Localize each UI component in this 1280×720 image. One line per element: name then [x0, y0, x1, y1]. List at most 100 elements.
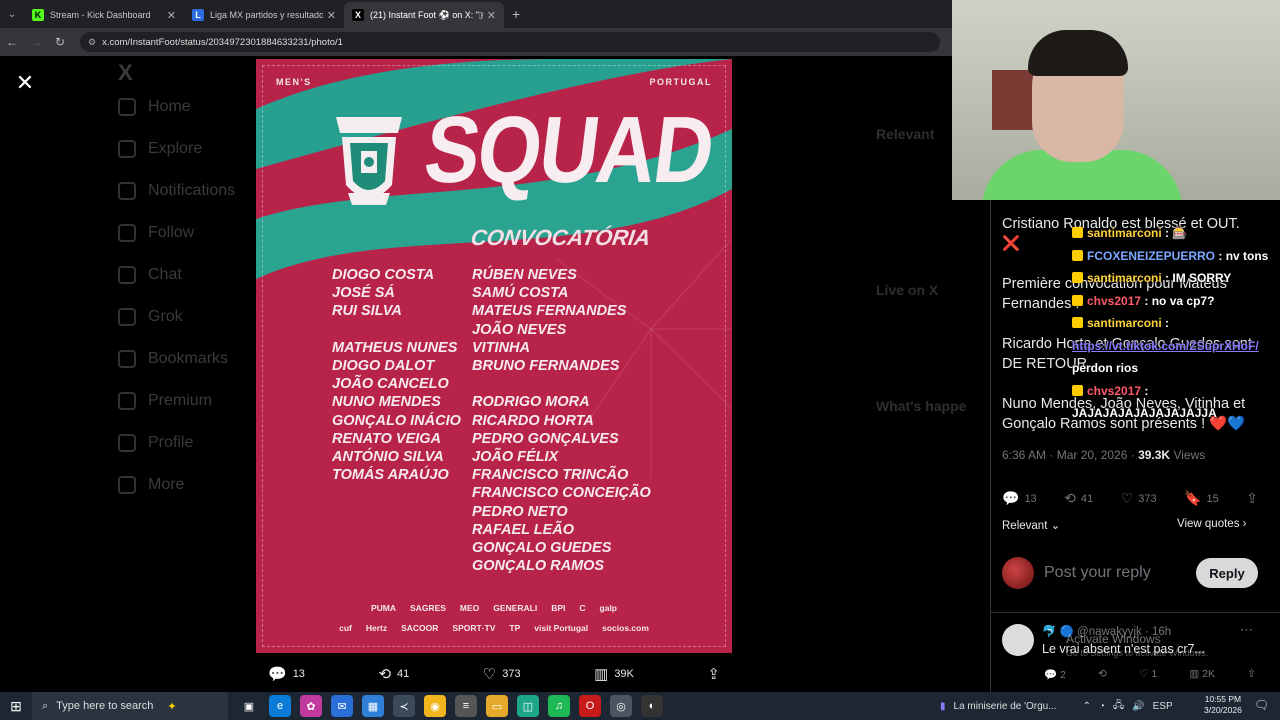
spotify-icon[interactable]: ♫: [548, 695, 570, 717]
sponsor-logo: MEO: [459, 603, 480, 613]
copilot-icon[interactable]: ✿: [300, 695, 322, 717]
views-count: 39K: [614, 668, 634, 680]
heart-icon: ♡: [1120, 490, 1134, 506]
repost-action[interactable]: ⟲ 41: [378, 665, 409, 683]
chat-username[interactable]: santimarconi: [1087, 226, 1162, 240]
chat-text: no va cp7?: [1151, 293, 1215, 308]
squad-announcement-image: MEN'S PORTUGAL SQUAD CONVOCATÓRIA DIOGO …: [256, 59, 732, 653]
roster-player-name: GONÇALO GUEDES: [472, 540, 612, 557]
taskbar-clock[interactable]: 10:55 PM 3/20/2026: [1204, 694, 1242, 716]
store-icon[interactable]: ▦: [362, 695, 384, 717]
reply-stat[interactable]: 💬 2: [1044, 668, 1066, 681]
reply-input[interactable]: Post your reply: [1044, 564, 1196, 582]
tray-apps-icon[interactable]: ◔: [1099, 701, 1105, 712]
obs-icon[interactable]: ◐: [641, 695, 663, 717]
edge-icon[interactable]: e: [269, 695, 291, 717]
file-explorer-icon[interactable]: ▭: [486, 695, 508, 717]
bookmark-stat[interactable]: 🔖 15: [1184, 490, 1219, 507]
tab-kick-dashboard[interactable]: K Stream - Kick Dashboard ✕: [24, 2, 184, 28]
chat-message: perdon rios: [1072, 357, 1278, 380]
share-icon: ⇪: [707, 666, 720, 683]
like-stat[interactable]: ♡ 373: [1121, 490, 1157, 507]
search-icon: ⌕: [42, 699, 49, 712]
more-dots-icon[interactable]: ⋯: [1240, 622, 1253, 638]
roster-player-name: JOSÉ SÁ: [332, 285, 395, 302]
like-count: 373: [502, 668, 521, 680]
notification-icon[interactable]: 🗨: [1254, 698, 1269, 712]
now-playing-label[interactable]: La miniserie de 'Orgu...: [954, 701, 1057, 712]
roster-player-name: NUNO MENDES: [332, 394, 441, 411]
roster-player-name: RODRIGO MORA: [472, 394, 590, 411]
chat-separator: :: [1141, 383, 1149, 398]
repost-stat[interactable]: ⟲ 41: [1064, 490, 1093, 507]
task-view-icon[interactable]: ▣: [238, 695, 260, 717]
back-arrow-icon[interactable]: ←: [0, 35, 24, 49]
chat-username[interactable]: chvs2017: [1087, 294, 1141, 308]
stat-count: 1: [1151, 668, 1158, 680]
share-stat[interactable]: ⇪: [1246, 490, 1258, 507]
language-indicator[interactable]: ESP: [1153, 701, 1173, 712]
sponsor-logo: SAGRES: [410, 603, 446, 613]
views-action[interactable]: ▥ 39K: [594, 665, 634, 683]
close-photo-button[interactable]: ✕: [12, 70, 38, 96]
views-stat[interactable]: ▥ 2K: [1189, 668, 1215, 681]
chat-username[interactable]: santimarconi: [1087, 271, 1162, 285]
reply-sort-dropdown[interactable]: Relevant ⌄: [1002, 518, 1060, 532]
bg-nav-more: More: [118, 464, 278, 506]
bg-nav-label: Chat: [148, 266, 182, 283]
outlook-icon[interactable]: ✉: [331, 695, 353, 717]
bg-nav-label: Explore: [148, 140, 203, 157]
sponsor-logo: SPORT·TV: [452, 623, 496, 633]
chat-username[interactable]: FCOXENEIZEPUERRO: [1087, 249, 1215, 263]
divider: [990, 612, 1280, 613]
chat-text[interactable]: https://vt.tiktok.com/ZSuprXHoF/: [1072, 339, 1259, 353]
repost-icon: ⟲: [1064, 490, 1076, 506]
bg-nav-home: Home: [118, 86, 278, 128]
chat-username[interactable]: chvs2017: [1087, 384, 1141, 398]
forward-arrow-icon[interactable]: →: [24, 35, 48, 49]
like-stat[interactable]: ♡ 1: [1139, 668, 1157, 681]
vscode-icon[interactable]: ≺: [393, 695, 415, 717]
like-action[interactable]: ♡ 373: [483, 665, 521, 683]
site-info-icon[interactable]: ⚙: [88, 37, 96, 48]
windows-start-icon[interactable]: ⊞: [0, 698, 32, 715]
close-icon[interactable]: ✕: [167, 9, 176, 22]
roster-player-name: BRUNO FERNANDES: [472, 358, 620, 375]
chat-message: chvs2017 : no va cp7?: [1072, 290, 1278, 313]
tab-liga-mx[interactable]: L Liga MX partidos y resultados 2 ✕: [184, 2, 344, 28]
bg-nav-label: Notifications: [148, 182, 236, 199]
chevron-up-icon[interactable]: ⌃: [1083, 701, 1091, 712]
opera-icon[interactable]: O: [579, 695, 601, 717]
new-tab-plus-icon[interactable]: +: [512, 6, 520, 22]
share-icon[interactable]: ⇪: [1247, 668, 1256, 681]
tweet-timestamp[interactable]: 6:36 AM · Mar 20, 2026 ·: [1002, 448, 1138, 462]
reply-action[interactable]: 💬 13: [268, 665, 305, 683]
roster-column-left: DIOGO COSTA JOSÉ SÁ RUI SILVA MATHEUS NUNES…: [332, 266, 461, 484]
reload-icon[interactable]: ↻: [48, 35, 72, 49]
chat-username[interactable]: santimarconi: [1087, 316, 1162, 330]
app-teal-icon[interactable]: ◫: [517, 695, 539, 717]
url-input[interactable]: ⚙ x.com/InstantFoot/status/2034972301884…: [80, 32, 940, 52]
chat-message: santimarconi : 🎰: [1072, 222, 1278, 245]
close-icon[interactable]: ✕: [487, 9, 496, 22]
repost-stat[interactable]: ⟲: [1098, 668, 1107, 681]
share-action[interactable]: ⇪: [707, 665, 720, 683]
tab-search-chevron-icon[interactable]: ⌄: [0, 0, 24, 28]
close-icon[interactable]: ✕: [327, 9, 336, 22]
notes-icon[interactable]: ≡: [455, 695, 477, 717]
reply-stat[interactable]: 💬 13: [1002, 490, 1037, 507]
tab-instant-foot[interactable]: X (21) Instant Foot ⚽ on X: "🇵 ✕: [344, 2, 504, 28]
volume-icon[interactable]: 🔊: [1132, 701, 1144, 712]
view-quotes-link[interactable]: View quotes ›: [1177, 518, 1247, 530]
taskbar-search-input[interactable]: ⌕ Type here to search ✦: [32, 692, 228, 720]
reply-button[interactable]: Reply: [1196, 558, 1258, 588]
chrome-icon[interactable]: ◎: [610, 695, 632, 717]
roster-player-name: RUI SILVA: [332, 303, 402, 320]
bg-nav-label: Bookmarks: [148, 350, 229, 367]
webcam-background-poster: [992, 70, 1036, 130]
grok-icon: [118, 308, 136, 326]
chrome-alt-icon[interactable]: ◉: [424, 695, 446, 717]
x-favicon-icon: X: [352, 9, 364, 21]
network-icon[interactable]: 🖧: [1113, 698, 1124, 715]
roster-player-name: PEDRO NETO: [472, 503, 568, 520]
